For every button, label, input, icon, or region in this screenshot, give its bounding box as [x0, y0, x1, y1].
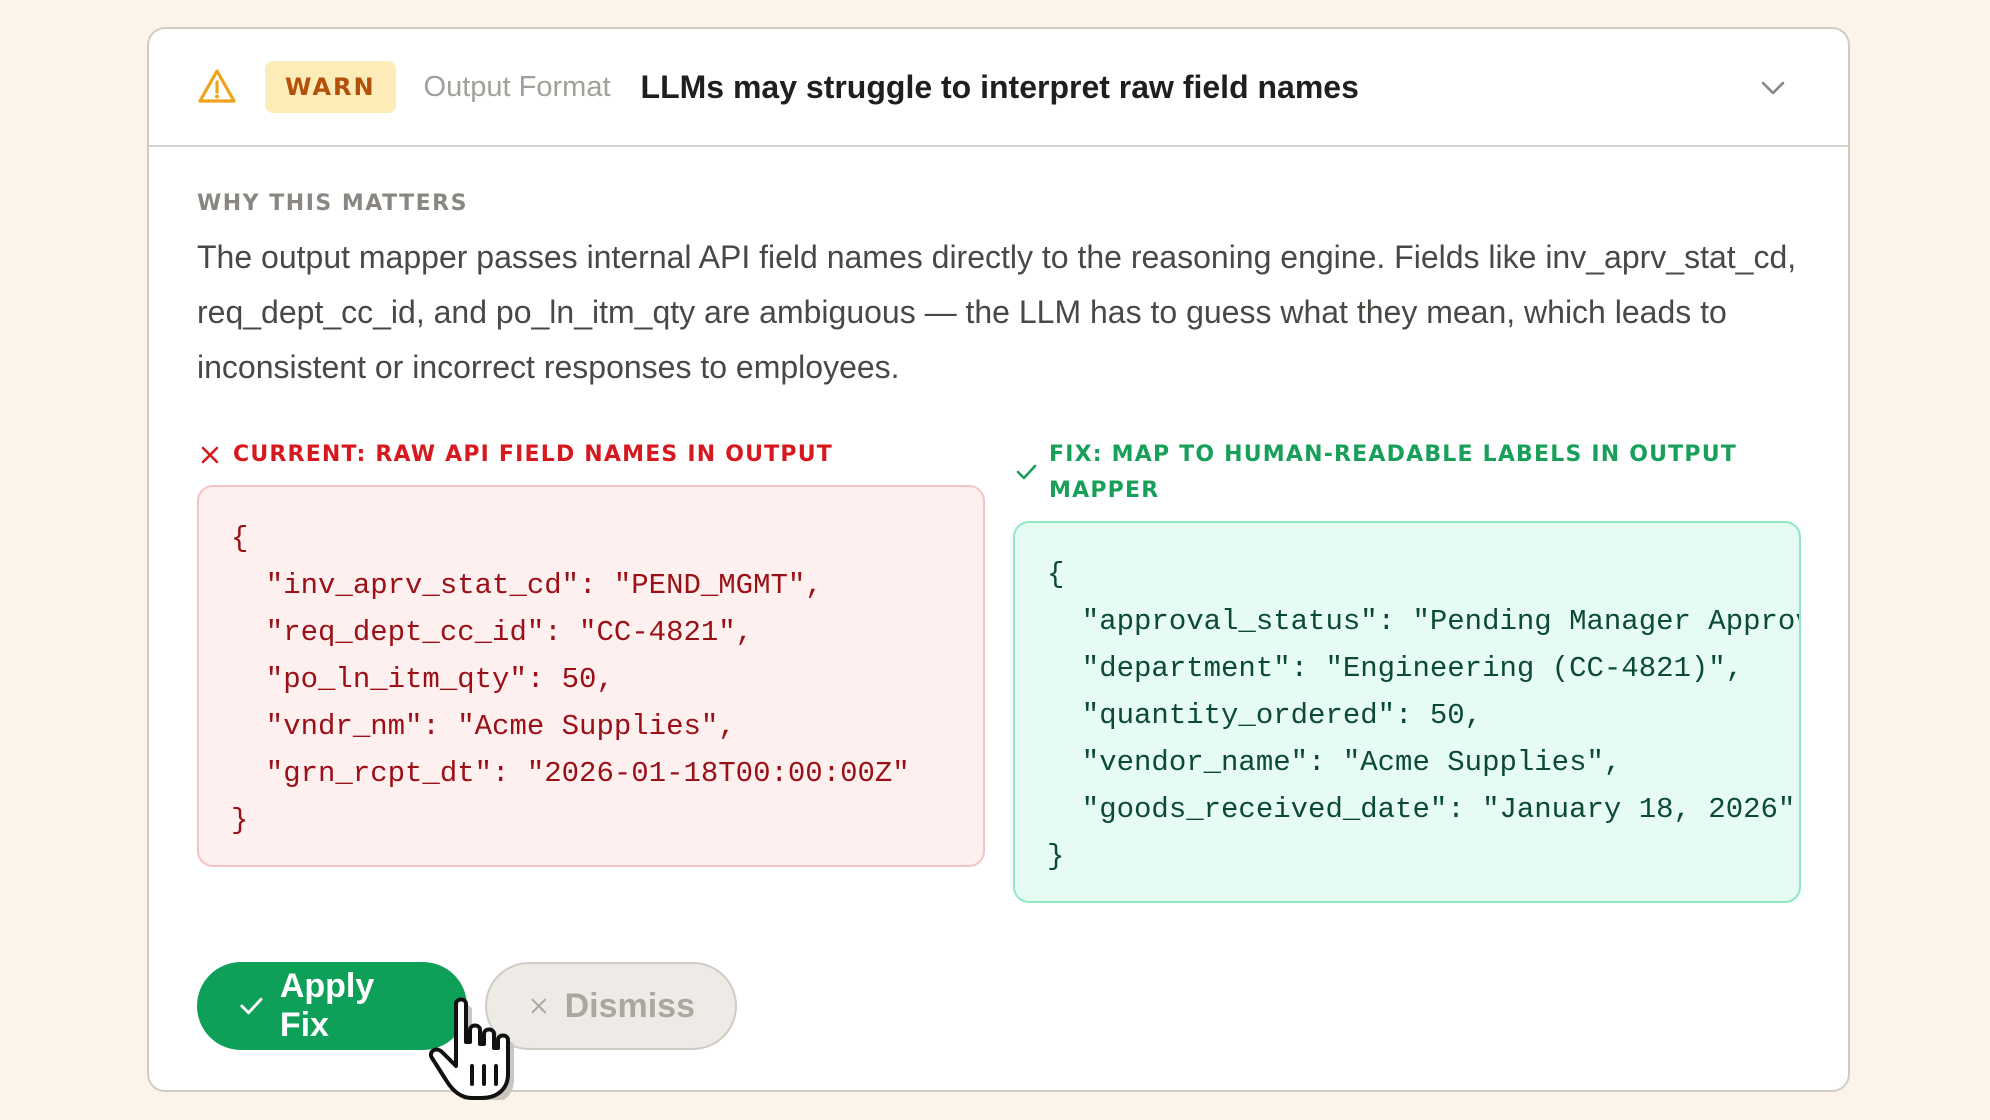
issue-header[interactable]: WARN Output Format LLMs may struggle to …	[149, 29, 1848, 147]
before-after-comparison: CURRENT: RAW API FIELD NAMES IN OUTPUT {…	[197, 437, 1801, 903]
issue-body: WHY THIS MATTERS The output mapper passe…	[149, 147, 1848, 903]
severity-badge: WARN	[265, 61, 396, 113]
current-column: CURRENT: RAW API FIELD NAMES IN OUTPUT {…	[197, 437, 985, 867]
current-code-block: { "inv_aprv_stat_cd": "PEND_MGMT", "req_…	[197, 485, 985, 867]
chevron-down-icon[interactable]	[1758, 73, 1788, 103]
x-icon	[201, 446, 219, 464]
fix-column: FIX: MAP TO HUMAN-READABLE LABELS IN OUT…	[1013, 437, 1801, 903]
why-this-matters-label: WHY THIS MATTERS	[197, 191, 468, 216]
fix-heading: FIX: MAP TO HUMAN-READABLE LABELS IN OUT…	[1013, 437, 1801, 509]
issue-category: Output Format	[423, 70, 611, 103]
current-label: CURRENT: RAW API FIELD NAMES IN OUTPUT	[233, 442, 833, 467]
warning-triangle-icon	[198, 69, 236, 103]
hand-pointer-cursor-icon	[429, 997, 514, 1100]
dismiss-label: Dismiss	[564, 986, 695, 1025]
issue-card: WARN Output Format LLMs may struggle to …	[147, 27, 1850, 1092]
apply-fix-label: Apply Fix	[279, 967, 375, 1044]
explanation-text: The output mapper passes internal API fi…	[197, 239, 1797, 385]
current-heading: CURRENT: RAW API FIELD NAMES IN OUTPUT	[197, 437, 985, 473]
issue-title: LLMs may struggle to interpret raw field…	[640, 68, 1359, 105]
fix-code-block: { "approval_status": "Pending Manager Ap…	[1013, 521, 1801, 903]
check-icon	[1016, 464, 1037, 480]
fix-label: FIX: MAP TO HUMAN-READABLE LABELS IN OUT…	[1049, 442, 1737, 503]
check-icon	[240, 997, 263, 1015]
